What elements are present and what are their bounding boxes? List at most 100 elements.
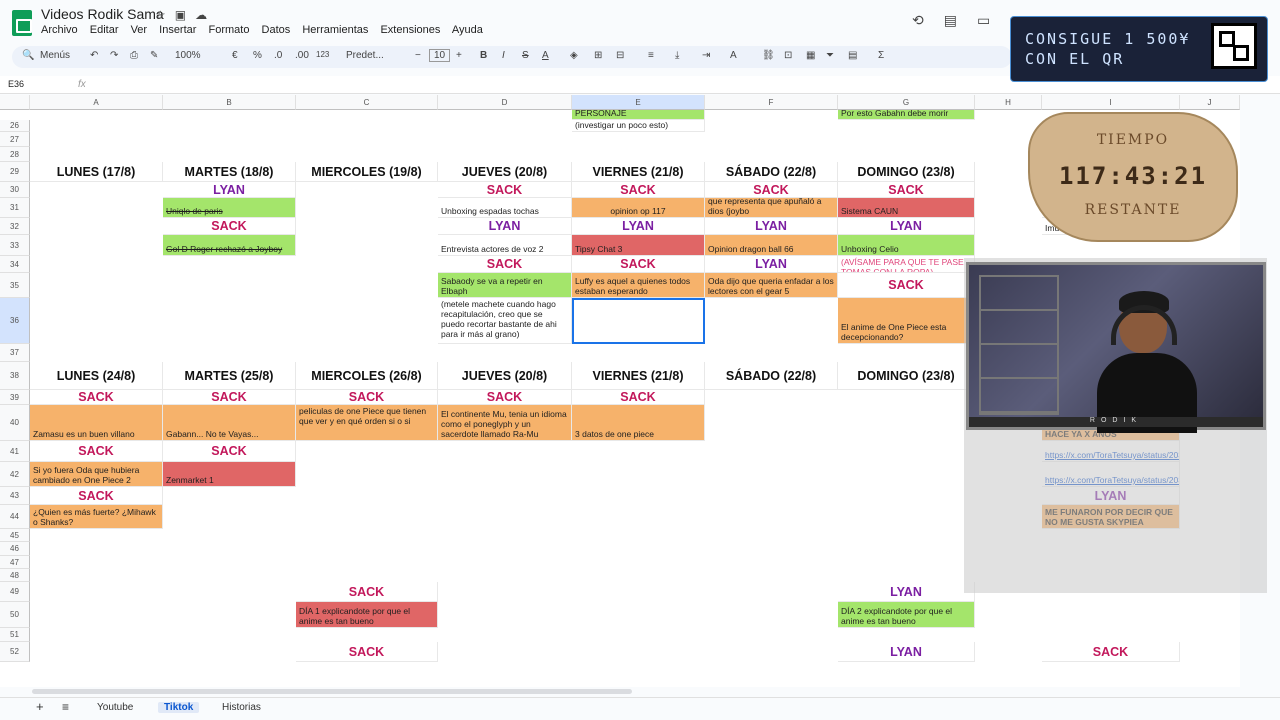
row-header-46[interactable]: 46 [0, 542, 30, 556]
font-select[interactable]: Predet... [346, 50, 384, 61]
cell-b31[interactable]: Uniqlo de paris [163, 198, 296, 218]
valign-icon[interactable]: ⤓ [675, 50, 679, 61]
menu-datos[interactable]: Datos [262, 24, 291, 36]
menu-archivo[interactable]: Archivo [41, 24, 78, 36]
rotate-icon[interactable]: A [730, 50, 737, 61]
video-call-icon[interactable]: ▭ [977, 12, 1010, 28]
cell-g49[interactable]: LYAN [838, 582, 975, 602]
row-header-38[interactable]: 38 [0, 362, 30, 390]
row-header-42[interactable]: 42 [0, 462, 30, 487]
cell-e29[interactable]: VIERNES (21/8) [572, 162, 705, 182]
cell-f38[interactable]: SÁBADO (22/8) [705, 362, 838, 390]
increase-decimal-button[interactable]: .00 [295, 50, 309, 61]
row-header-51[interactable]: 51 [0, 628, 30, 642]
corner-cell[interactable] [0, 95, 30, 110]
row-header-28[interactable]: 28 [0, 147, 30, 162]
history-icon[interactable]: ⟲ [912, 12, 944, 28]
cell-b40[interactable]: Gabann... No te Vayas... [163, 405, 296, 441]
comment-add-icon[interactable]: ⊡ [784, 50, 792, 61]
cell-f32[interactable]: LYAN [705, 218, 838, 235]
column-header-d[interactable]: D [438, 95, 572, 110]
cell-a39[interactable]: SACK [30, 390, 163, 405]
chart-icon[interactable]: ▦ [806, 50, 815, 61]
filter-views-icon[interactable]: ▤ [848, 50, 857, 61]
merge-icon[interactable]: ⊟ [616, 50, 624, 61]
cell-f35[interactable]: Oda dijo que queria enfadar a los lector… [705, 273, 838, 298]
row-header-44[interactable]: 44 [0, 505, 30, 529]
wrap-icon[interactable]: ⇥ [702, 50, 710, 61]
cell-e40[interactable]: 3 datos de one piece [572, 405, 705, 441]
functions-icon[interactable]: Σ [878, 50, 884, 61]
menu-editar[interactable]: Editar [90, 24, 119, 36]
cell-d38[interactable]: JUEVES (20/8) [438, 362, 572, 390]
row-header-29[interactable]: 29 [0, 162, 30, 182]
cell-b39[interactable]: SACK [163, 390, 296, 405]
column-header-i[interactable]: I [1042, 95, 1180, 110]
text-color-icon[interactable]: A [542, 50, 549, 61]
font-size-input[interactable]: 10 [429, 49, 451, 62]
cell-a29[interactable]: LUNES (17/8) [30, 162, 163, 182]
borders-icon[interactable]: ⊞ [594, 50, 602, 61]
cell-a38[interactable]: LUNES (24/8) [30, 362, 163, 390]
row-header-40[interactable]: 40 [0, 405, 30, 441]
cell-f33[interactable]: Opinion dragon ball 66 [705, 235, 838, 256]
cell-d39[interactable]: SACK [438, 390, 572, 405]
row-header-43[interactable]: 43 [0, 487, 30, 505]
cell-e31[interactable]: opinion op 117 [572, 198, 705, 218]
cell-d32[interactable]: LYAN [438, 218, 572, 235]
cell-g33[interactable]: Unboxing Celio [838, 235, 975, 256]
cell-e38[interactable]: VIERNES (21/8) [572, 362, 705, 390]
menu-formato[interactable]: Formato [209, 24, 250, 36]
sheet-tab-tiktok[interactable]: Tiktok [158, 702, 200, 713]
cell-g36[interactable]: El anime de One Piece esta decepcionando… [838, 298, 975, 344]
cell-a44[interactable]: ¿Quien es más fuerte? ¿Mihawk o Shanks? [30, 505, 163, 529]
star-icon[interactable]: ☆ [155, 8, 175, 22]
decrease-decimal-button[interactable]: .0 [274, 50, 282, 61]
row-header-41[interactable]: 41 [0, 441, 30, 462]
cell-d36[interactable]: (metele machete cuando hago recapitulaci… [438, 298, 572, 344]
cell-b32[interactable]: SACK [163, 218, 296, 235]
cell-c50[interactable]: DÍA 1 explicandote por que el anime es t… [296, 602, 438, 628]
cell-g50[interactable]: DÍA 2 explicandote por que el anime es t… [838, 602, 975, 628]
column-header-f[interactable]: F [705, 95, 838, 110]
cell-d34[interactable]: SACK [438, 256, 572, 273]
name-box[interactable]: E36 [8, 79, 24, 89]
search-icon[interactable]: 🔍 [22, 50, 34, 61]
row-header-30[interactable]: 30 [0, 182, 30, 198]
comment-icon[interactable]: ▤ [944, 12, 977, 28]
cell-b29[interactable]: MARTES (18/8) [163, 162, 296, 182]
menu-herramientas[interactable]: Herramientas [302, 24, 368, 36]
cell-c40[interactable]: peliculas de one Piece que tienen que ve… [296, 405, 438, 441]
cell-a43[interactable]: SACK [30, 487, 163, 505]
menu-insertar[interactable]: Insertar [159, 24, 196, 36]
cell-d29[interactable]: JUEVES (20/8) [438, 162, 572, 182]
row-header-31[interactable]: 31 [0, 198, 30, 218]
percent-button[interactable]: % [253, 50, 262, 61]
cell-g38[interactable]: DOMINGO (23/8) [838, 362, 975, 390]
row-header-49[interactable]: 49 [0, 582, 30, 602]
column-header-b[interactable]: B [163, 95, 296, 110]
font-decrease-icon[interactable]: − [415, 50, 421, 61]
cell-b42[interactable]: Zenmarket 1 [163, 462, 296, 487]
row-header-27[interactable]: 27 [0, 132, 30, 147]
add-sheet-icon[interactable]: + [36, 699, 44, 714]
currency-button[interactable]: € [232, 50, 238, 61]
bold-icon[interactable]: B [480, 50, 487, 61]
cell-d35[interactable]: Sabaody se va a repetir en Elbaph [438, 273, 572, 298]
italic-icon[interactable]: I [502, 50, 505, 61]
cloud-icon[interactable]: ☁ [195, 8, 216, 22]
row-header-50[interactable]: 50 [0, 602, 30, 628]
menus-search[interactable]: Menús [40, 50, 70, 61]
column-header-h[interactable]: H [975, 95, 1042, 110]
document-title[interactable]: Videos Rodik Sama [41, 6, 164, 22]
column-header-c[interactable]: C [296, 95, 438, 110]
horizontal-scrollbar[interactable] [32, 689, 632, 694]
title-icons[interactable]: ☆▣☁ [155, 8, 216, 22]
cell-a40[interactable]: Zamasu es un buen villano [30, 405, 163, 441]
paint-format-icon[interactable]: ✎ [150, 50, 158, 61]
row-header-48[interactable]: 48 [0, 569, 30, 582]
row-header-45[interactable]: 45 [0, 529, 30, 542]
row-header-33[interactable]: 33 [0, 235, 30, 256]
menu-extensiones[interactable]: Extensiones [380, 24, 440, 36]
cell-a42[interactable]: Si yo fuera Oda que hubiera cambiado en … [30, 462, 163, 487]
